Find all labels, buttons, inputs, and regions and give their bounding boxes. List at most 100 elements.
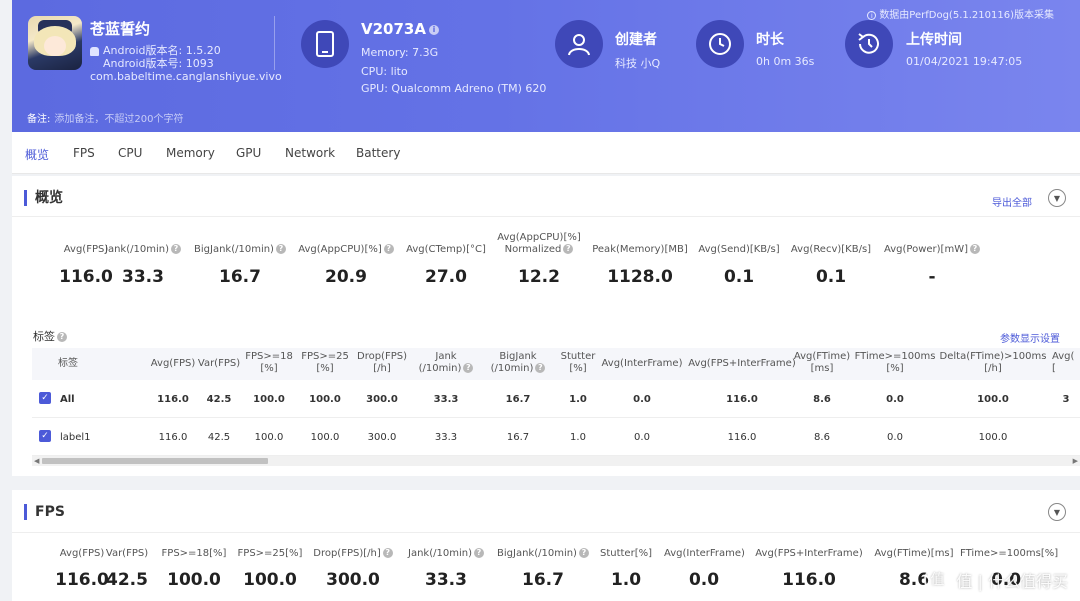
- help-icon[interactable]: ?: [383, 244, 394, 254]
- metric-label: Var(FPS): [105, 548, 149, 559]
- tab-network[interactable]: Network: [285, 146, 335, 160]
- export-all-button[interactable]: 导出全部: [992, 194, 1032, 209]
- help-icon[interactable]: ?: [57, 332, 67, 342]
- param-settings-link[interactable]: 参数显示设置: [1000, 330, 1060, 345]
- table-cell: 16.7: [505, 394, 531, 405]
- history-icon: [845, 20, 893, 68]
- table-row[interactable]: ✓ label1 116.0 42.5 100.0 100.0 300.0 33…: [32, 418, 1080, 456]
- row-label: label1: [60, 432, 91, 443]
- table-cell: 33.3: [433, 394, 459, 405]
- table-cell: 8.6: [814, 432, 830, 443]
- help-icon[interactable]: ?: [563, 244, 574, 254]
- column-header: FPS>=18 [%]: [245, 351, 293, 374]
- tab-memory[interactable]: Memory: [166, 146, 215, 160]
- metric-value: 116.0: [782, 570, 836, 590]
- table-cell: 3: [1062, 394, 1070, 405]
- row-checkbox[interactable]: ✓: [39, 430, 51, 442]
- metric-label: Jank(/10min)?: [103, 244, 183, 256]
- metric-value: 33.3: [122, 267, 164, 287]
- chevron-down-icon[interactable]: ▼: [1048, 503, 1066, 521]
- horizontal-scrollbar[interactable]: ◀ ▶: [32, 456, 1080, 466]
- metric-value: 100.0: [167, 570, 221, 590]
- metric-value: 1.0: [610, 570, 642, 590]
- metric-value: 42.5: [106, 570, 148, 590]
- divider: [12, 532, 1080, 533]
- help-icon[interactable]: ?: [970, 244, 980, 254]
- table-cell: 116.0: [158, 432, 188, 443]
- divider: [12, 216, 1080, 217]
- column-header: Avg([: [1052, 351, 1075, 374]
- table-cell: 42.5: [207, 432, 231, 443]
- row-checkbox[interactable]: ✓: [39, 392, 51, 404]
- metric-value: 100.0: [243, 570, 297, 590]
- metric-value: 16.7: [219, 267, 261, 287]
- chevron-down-icon[interactable]: ▼: [1048, 189, 1066, 207]
- help-icon[interactable]: ?: [473, 548, 484, 558]
- table-cell: 116.0: [157, 394, 189, 405]
- table-cell: 100.0: [978, 432, 1008, 443]
- tab-gpu[interactable]: GPU: [236, 146, 261, 160]
- metric-label: Drop(FPS)[/h]?: [310, 548, 396, 560]
- perfdog-note: i 数据由PerfDog(5.1.210116)版本采集: [867, 6, 1054, 21]
- metric-label: Avg(Recv)[KB/s]: [790, 244, 872, 255]
- package-name: com.babeltime.canglanshiyue.vivo: [90, 70, 282, 83]
- column-header: Drop(FPS) [/h]: [357, 351, 407, 374]
- upload-value: 01/04/2021 19:47:05: [906, 55, 1023, 68]
- metric-label: Avg(FPS+InterFrame): [755, 548, 863, 559]
- help-icon[interactable]: ?: [535, 363, 546, 373]
- info-icon: i: [867, 11, 877, 20]
- metric-label: Jank(/10min)?: [402, 548, 490, 560]
- metric-value: 16.7: [522, 570, 564, 590]
- metric-value: 0.1: [815, 267, 847, 287]
- metric-label: Avg(Power)[mW]?: [880, 244, 984, 256]
- help-icon[interactable]: ?: [275, 244, 286, 254]
- watermark-text: 值 | 什么值得买: [956, 572, 1068, 591]
- creator-title: 创建者: [615, 32, 657, 48]
- device-gpu: GPU: Qualcomm Adreno (TM) 620: [361, 82, 547, 95]
- table-cell: 8.6: [813, 394, 831, 405]
- user-icon: [555, 20, 603, 68]
- metric-label: Stutter[%]: [599, 548, 653, 559]
- metric-label: Peak(Memory)[MB]: [592, 244, 688, 255]
- column-header: FTime>=100ms [%]: [854, 351, 936, 374]
- column-header: Avg(FTime) [ms]: [793, 351, 851, 374]
- tab-cpu[interactable]: CPU: [118, 146, 142, 160]
- column-header: Delta(FTime)>100ms [/h]: [939, 351, 1047, 374]
- metric-value: -: [928, 267, 936, 287]
- tag-section-label: 标签?: [33, 328, 67, 344]
- info-icon[interactable]: i: [428, 24, 439, 35]
- metric-value: 27.0: [425, 267, 467, 287]
- watermark: 值 值 | 什么值得买: [924, 567, 1068, 593]
- tab-overview[interactable]: 概览: [25, 146, 49, 163]
- table-cell: 100.0: [977, 394, 1009, 405]
- table-cell: 16.7: [506, 432, 530, 443]
- tab-battery[interactable]: Battery: [356, 146, 400, 160]
- metric-value: 33.3: [425, 570, 467, 590]
- table-row[interactable]: ✓ All 116.0 42.5 100.0 100.0 300.0 33.3 …: [32, 380, 1080, 418]
- metric-value: 0.1: [723, 267, 755, 287]
- fps-title: FPS: [24, 504, 65, 520]
- duration-title: 时长: [756, 32, 784, 48]
- metric-label: Avg(FTime)[ms]: [874, 548, 954, 559]
- table-cell: 100.0: [254, 432, 284, 443]
- column-header: Var(FPS): [197, 358, 241, 369]
- scroll-left-icon[interactable]: ◀: [34, 457, 39, 465]
- help-icon[interactable]: ?: [578, 548, 589, 558]
- column-header: FPS>=25 [%]: [301, 351, 349, 374]
- duration-value: 0h 0m 36s: [756, 55, 815, 68]
- remark-placeholder: 添加备注，不超过200个字符: [54, 114, 184, 125]
- scrollbar-thumb[interactable]: [42, 458, 268, 464]
- metric-label: Avg(CTemp)[°C]: [406, 244, 486, 255]
- help-icon[interactable]: ?: [463, 363, 474, 373]
- help-icon[interactable]: ?: [382, 548, 393, 558]
- tab-fps[interactable]: FPS: [73, 146, 95, 160]
- metric-label: FTime>=100ms[%]: [960, 548, 1059, 559]
- device-cpu: CPU: lito: [361, 65, 408, 78]
- metric-value: 300.0: [326, 570, 380, 590]
- help-icon[interactable]: ?: [170, 244, 181, 254]
- app-icon: [28, 16, 82, 70]
- header-divider: [274, 16, 275, 70]
- row-label: All: [60, 394, 75, 405]
- scroll-right-icon[interactable]: ▶: [1073, 457, 1078, 465]
- remark-field[interactable]: 备注: 添加备注，不超过200个字符: [27, 110, 183, 125]
